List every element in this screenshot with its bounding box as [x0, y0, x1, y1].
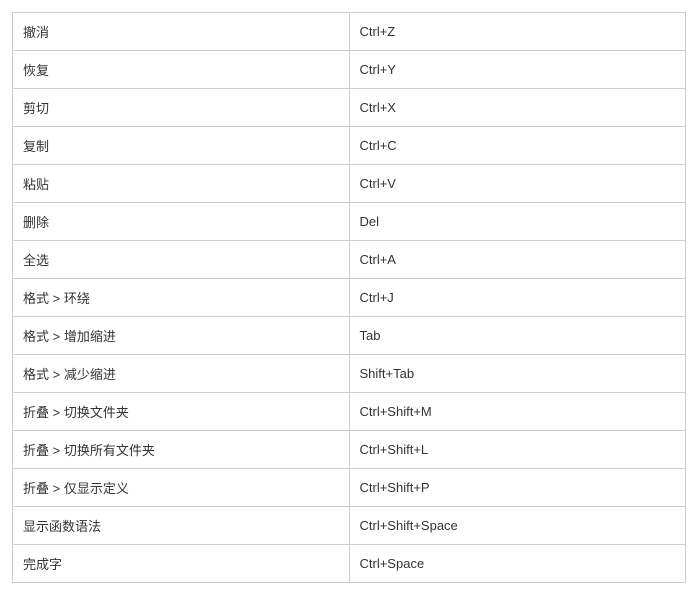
shortcut-cell: Tab: [349, 317, 686, 355]
table-row: 折叠 > 切换所有文件夹 Ctrl+Shift+L: [13, 431, 686, 469]
table-row: 全选 Ctrl+A: [13, 241, 686, 279]
table-row: 完成字 Ctrl+Space: [13, 545, 686, 583]
action-cell: 格式 > 环绕: [13, 279, 350, 317]
action-cell: 删除: [13, 203, 350, 241]
action-cell: 撤消: [13, 13, 350, 51]
table-row: 格式 > 环绕 Ctrl+J: [13, 279, 686, 317]
shortcuts-tbody: 撤消 Ctrl+Z 恢复 Ctrl+Y 剪切 Ctrl+X 复制 Ctrl+C …: [13, 13, 686, 583]
action-cell: 折叠 > 仅显示定义: [13, 469, 350, 507]
table-row: 恢复 Ctrl+Y: [13, 51, 686, 89]
table-row: 折叠 > 仅显示定义 Ctrl+Shift+P: [13, 469, 686, 507]
table-row: 撤消 Ctrl+Z: [13, 13, 686, 51]
table-row: 剪切 Ctrl+X: [13, 89, 686, 127]
shortcut-cell: Ctrl+V: [349, 165, 686, 203]
table-row: 粘贴 Ctrl+V: [13, 165, 686, 203]
shortcut-cell: Ctrl+A: [349, 241, 686, 279]
shortcut-cell: Shift+Tab: [349, 355, 686, 393]
action-cell: 粘贴: [13, 165, 350, 203]
action-cell: 折叠 > 切换所有文件夹: [13, 431, 350, 469]
shortcut-cell: Ctrl+X: [349, 89, 686, 127]
shortcut-cell: Ctrl+Shift+L: [349, 431, 686, 469]
shortcut-cell: Ctrl+C: [349, 127, 686, 165]
action-cell: 恢复: [13, 51, 350, 89]
table-row: 格式 > 减少缩进 Shift+Tab: [13, 355, 686, 393]
shortcut-cell: Ctrl+Z: [349, 13, 686, 51]
action-cell: 完成字: [13, 545, 350, 583]
action-cell: 剪切: [13, 89, 350, 127]
shortcuts-table: 撤消 Ctrl+Z 恢复 Ctrl+Y 剪切 Ctrl+X 复制 Ctrl+C …: [12, 12, 686, 583]
table-row: 格式 > 增加缩进 Tab: [13, 317, 686, 355]
table-row: 复制 Ctrl+C: [13, 127, 686, 165]
action-cell: 复制: [13, 127, 350, 165]
action-cell: 格式 > 减少缩进: [13, 355, 350, 393]
shortcut-cell: Ctrl+J: [349, 279, 686, 317]
action-cell: 格式 > 增加缩进: [13, 317, 350, 355]
action-cell: 折叠 > 切换文件夹: [13, 393, 350, 431]
table-row: 折叠 > 切换文件夹 Ctrl+Shift+M: [13, 393, 686, 431]
shortcut-cell: Ctrl+Shift+M: [349, 393, 686, 431]
shortcut-cell: Ctrl+Space: [349, 545, 686, 583]
shortcut-cell: Ctrl+Y: [349, 51, 686, 89]
action-cell: 全选: [13, 241, 350, 279]
table-row: 删除 Del: [13, 203, 686, 241]
shortcut-cell: Ctrl+Shift+P: [349, 469, 686, 507]
shortcut-cell: Del: [349, 203, 686, 241]
